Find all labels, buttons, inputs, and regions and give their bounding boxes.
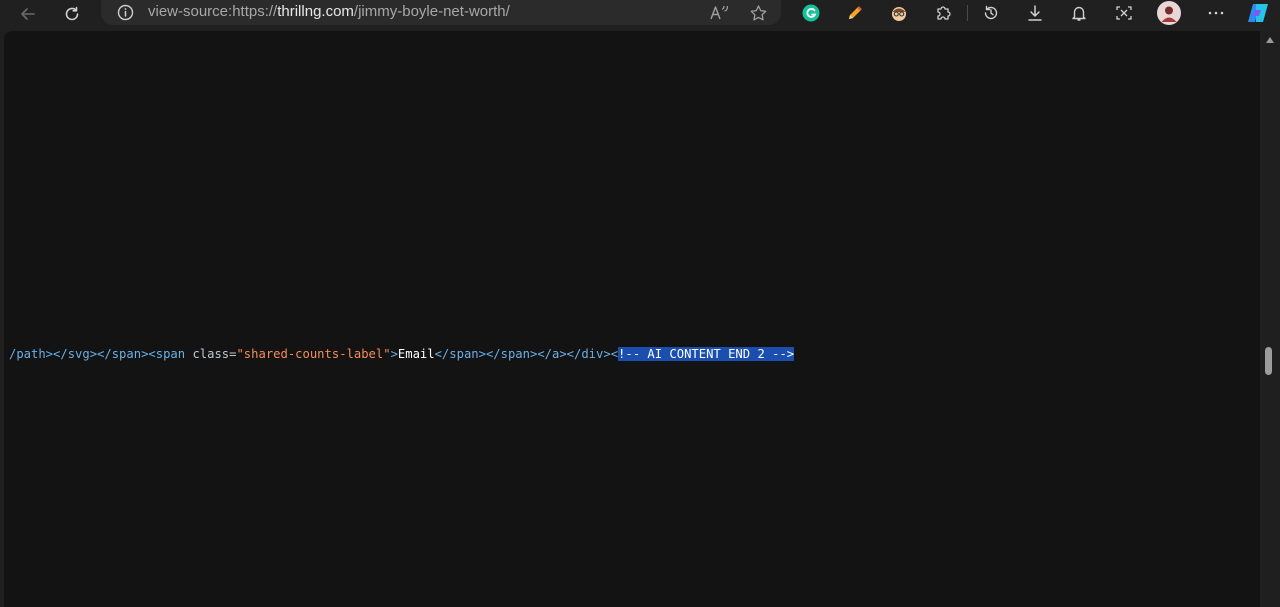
refresh-button[interactable] [56,0,88,28]
cartoon-face-icon [892,7,906,21]
address-bar[interactable]: view-source:https://thrillng.com/jimmy-b… [101,0,781,25]
source-segment-text: Email [397,347,435,361]
extensions-button[interactable] [929,1,957,25]
downloads-button[interactable] [1021,1,1049,25]
history-icon [984,5,998,20]
bell-icon [1072,6,1086,21]
refresh-icon [65,6,79,21]
copilot-button[interactable] [1244,1,1272,25]
source-segment-attr: class= [192,347,237,361]
scroll-up-arrow-icon[interactable] [1266,37,1274,43]
back-arrow-icon [21,8,35,20]
source-segment-selected-comment[interactable]: !-- AI CONTENT END 2 --> [618,347,795,361]
screen-capture-icon [1116,6,1132,20]
toolbar-separator [967,5,968,21]
history-button[interactable] [977,1,1005,25]
pencil-extension-button[interactable] [841,1,869,25]
grammarly-icon [802,4,820,22]
more-options-button[interactable] [1202,1,1230,25]
star-icon [750,4,766,20]
copilot-icon [1248,4,1268,22]
source-segment-tag: /path></svg></span><span [9,347,193,361]
browser-toolbar: view-source:https://thrillng.com/jimmy-b… [0,0,1280,31]
url-prefix: view-source:https:// [148,3,278,20]
favorite-button[interactable] [744,1,772,25]
source-viewport[interactable]: /path></svg></span><span class="shared-c… [4,31,1260,607]
notifications-button[interactable] [1065,1,1093,25]
vertical-scrollbar[interactable] [1260,31,1280,607]
grammarly-extension-button[interactable] [797,1,825,25]
source-segment-tag-close: > [390,347,398,361]
pencil-icon [849,6,862,19]
address-url[interactable]: view-source:https://thrillng.com/jimmy-b… [148,3,510,20]
avatar-extension-button[interactable] [885,1,913,25]
source-segment-tag-end: </span></span></a></div>< [434,347,619,361]
read-aloud-button[interactable] [705,1,733,25]
back-button[interactable] [12,0,44,28]
more-dots-icon [1208,11,1224,15]
url-domain: thrillng.com [277,3,354,20]
puzzle-icon [937,6,951,20]
avatar [1157,1,1181,25]
info-icon[interactable] [117,4,134,21]
source-code-line[interactable]: /path></svg></span><span class="shared-c… [9,346,795,362]
read-aloud-icon [710,5,729,20]
scroll-thumb[interactable] [1265,347,1272,375]
screenshot-button[interactable] [1110,1,1138,25]
source-segment-attr-value: "shared-counts-label" [236,347,391,361]
profile-button[interactable] [1155,1,1183,25]
download-icon [1028,5,1042,21]
url-path: /jimmy-boyle-net-worth/ [353,3,510,20]
